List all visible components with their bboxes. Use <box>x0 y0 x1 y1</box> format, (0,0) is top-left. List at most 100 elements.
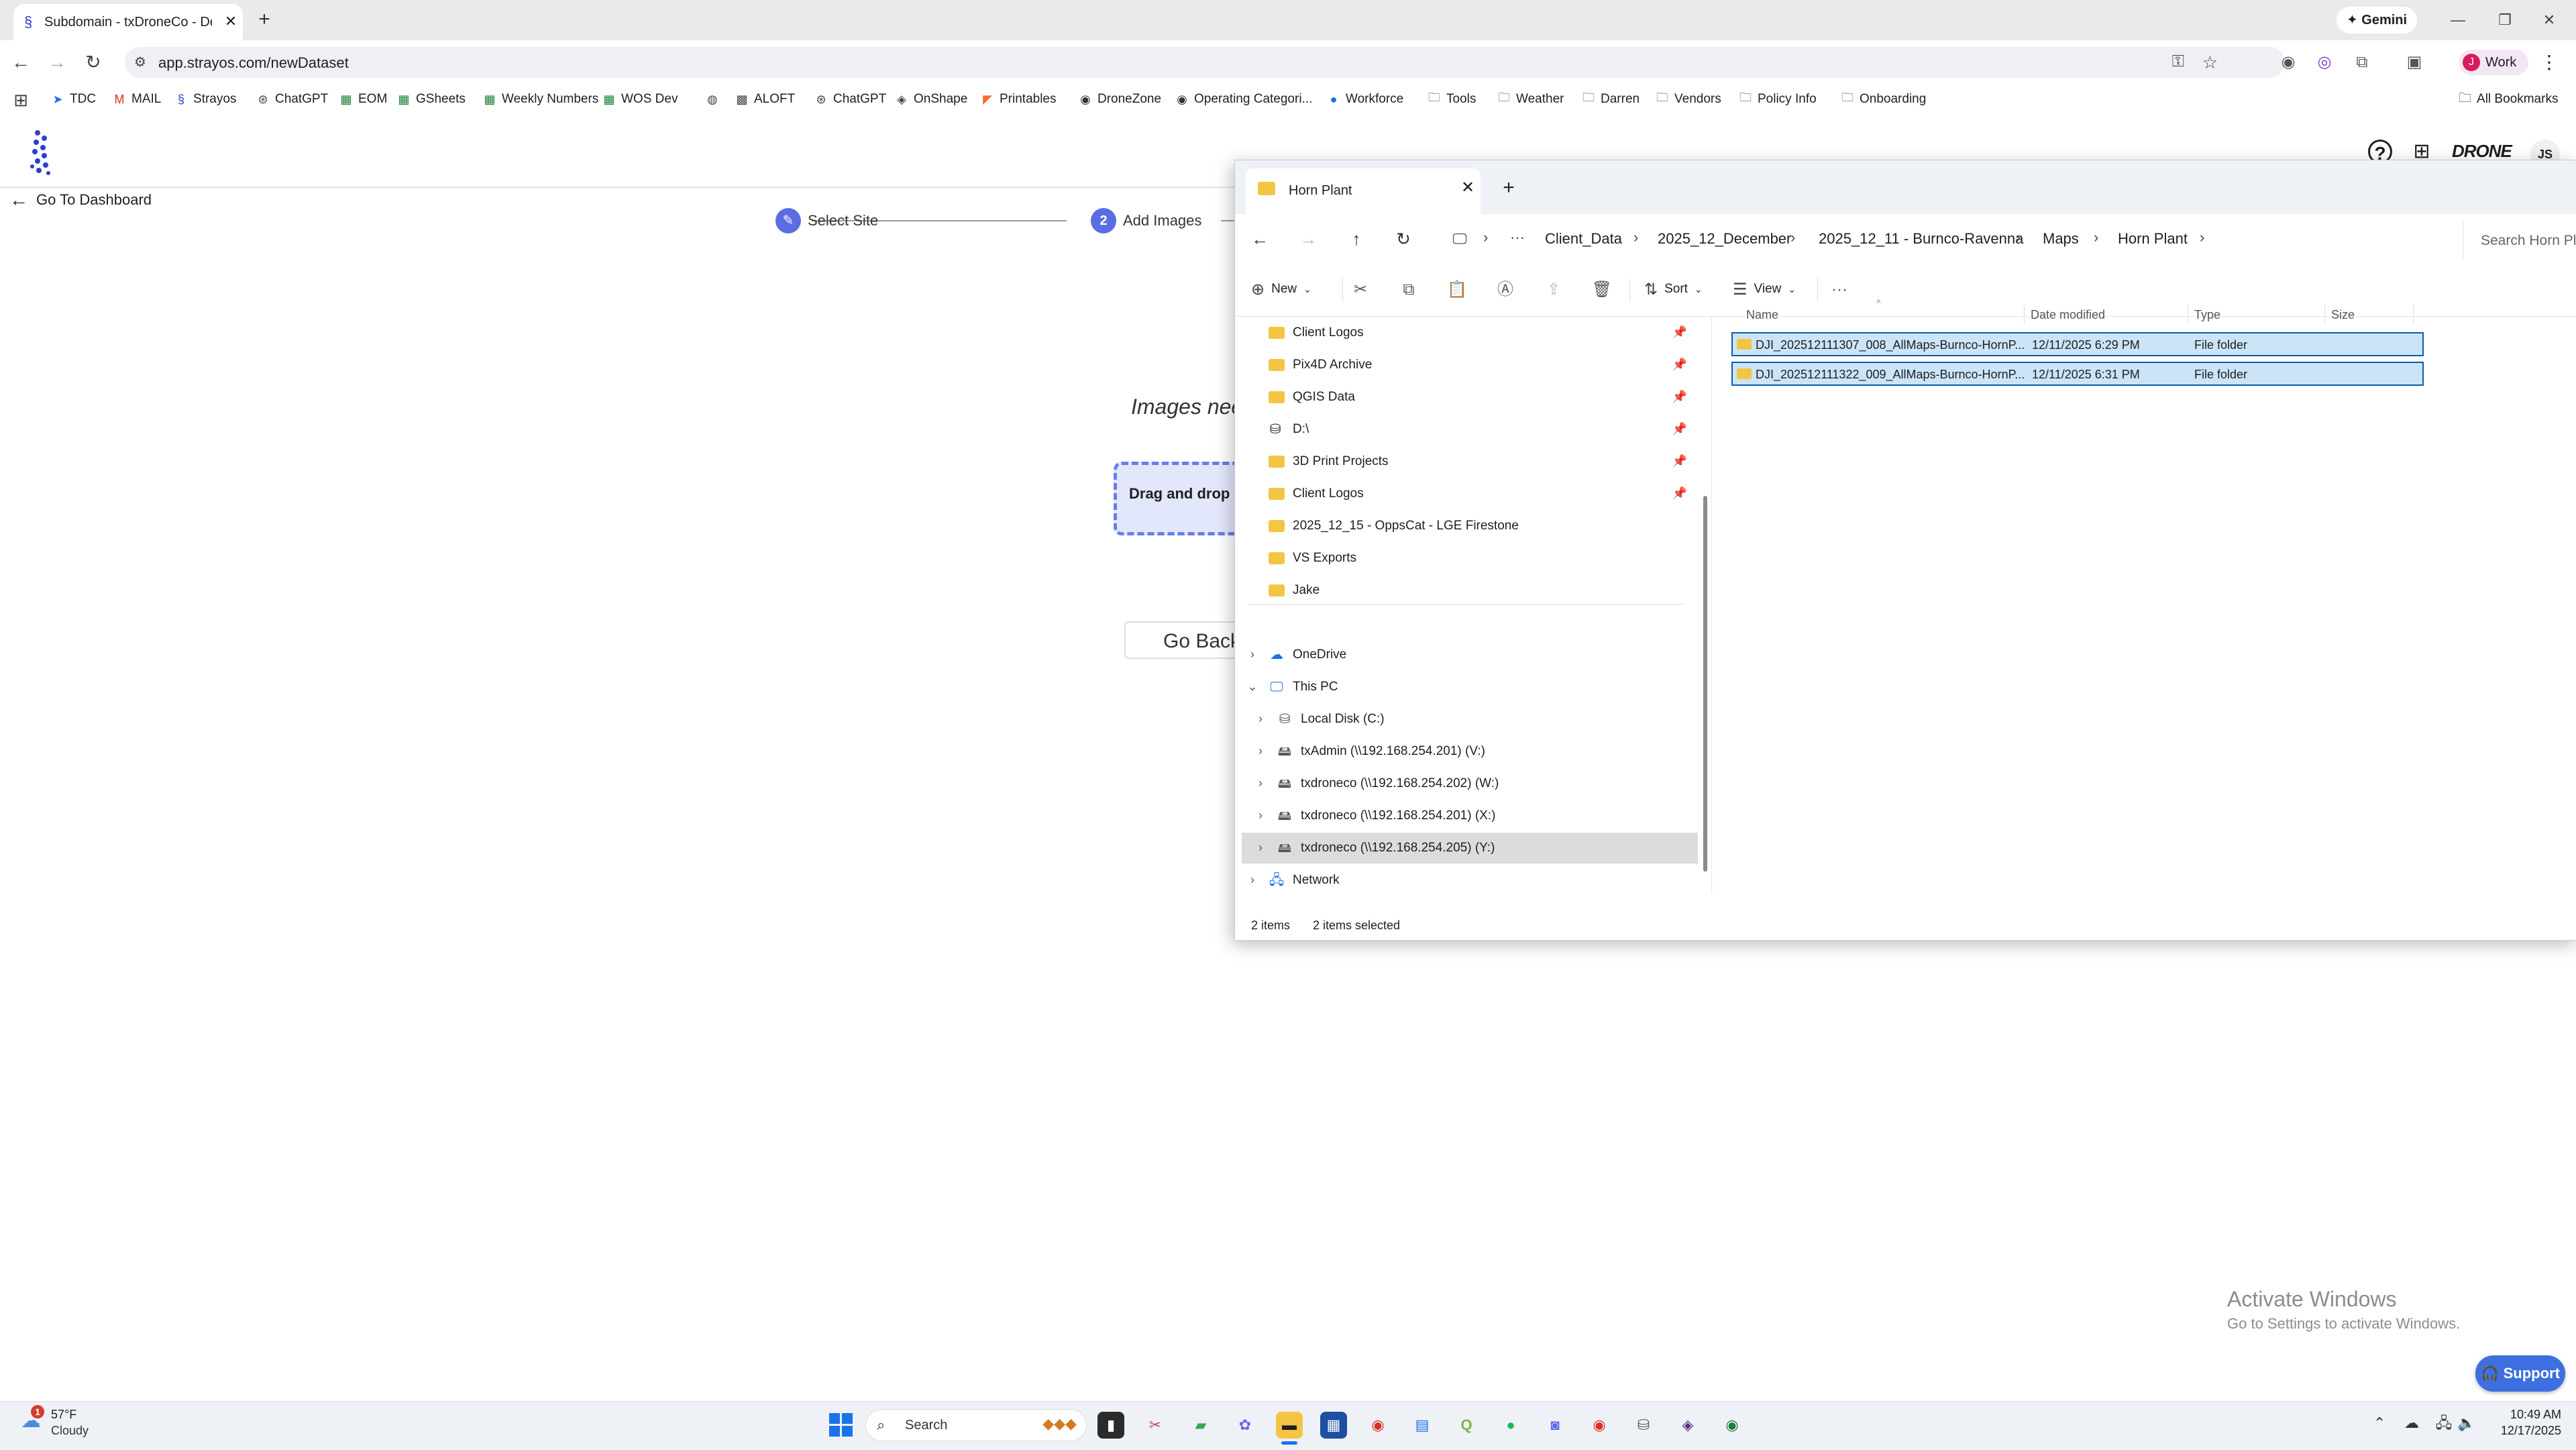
network-share-icon[interactable]: ⛁ <box>1630 1412 1657 1439</box>
nav-pane-quick-access-item[interactable]: QGIS Data 📌 <box>1242 382 1698 413</box>
nav-pane-quick-access-item[interactable]: 3D Print Projects 📌 <box>1242 446 1698 477</box>
visual-studio-icon[interactable]: ◈ <box>1674 1412 1701 1439</box>
back-arrow-icon[interactable]: ← <box>7 48 35 76</box>
weather-temperature[interactable]: 57°F <box>51 1408 76 1422</box>
bookmark-item[interactable]: 🗀 Onboarding <box>1841 89 1926 110</box>
volume-icon[interactable]: 🔈 <box>2457 1413 2477 1433</box>
forward-arrow-icon[interactable]: → <box>43 48 71 76</box>
bookmark-star-icon[interactable]: ☆ <box>2202 52 2218 73</box>
file-row[interactable]: DJI_202512111322_009_AllMaps-Burnco-Horn… <box>1731 362 2424 386</box>
file-explorer-icon[interactable]: ▬ <box>1276 1412 1303 1439</box>
windows-start-icon[interactable] <box>829 1413 853 1437</box>
taskbar-search[interactable]: ⌕ Search ◆◆◆ <box>865 1409 1087 1441</box>
extensions-puzzle-icon[interactable]: ⧉ <box>2352 52 2372 72</box>
calculator-icon[interactable]: ▤ <box>1409 1412 1436 1439</box>
breadcrumb-item[interactable]: Horn Plant <box>2118 230 2188 248</box>
chevron-right-icon[interactable]: › <box>1254 841 1267 855</box>
spotify-icon[interactable]: ● <box>1497 1412 1524 1439</box>
bookmark-item[interactable]: 🗀 Weather <box>1497 89 1564 110</box>
notepad-app-icon[interactable]: ▰ <box>1187 1412 1214 1439</box>
bookmark-item[interactable]: ▦ Weekly Numbers <box>483 89 598 110</box>
chevron-down-icon[interactable]: ⌄ <box>1246 680 1259 694</box>
snipping-tool-icon[interactable]: ✂ <box>1142 1412 1169 1439</box>
nav-pane-quick-access-item[interactable]: Pix4D Archive 📌 <box>1242 350 1698 380</box>
column-header-date[interactable]: Date modified <box>2031 308 2105 322</box>
bookmark-item[interactable]: ⊛ ChatGPT <box>256 89 328 110</box>
forward-arrow-icon[interactable]: → <box>1295 226 1321 252</box>
nav-pane-tree-item[interactable]: › 🖴 txdroneco (\\192.168.254.201) (X:) <box>1242 800 1698 831</box>
bookmark-item[interactable]: ◈ OnShape <box>895 89 967 110</box>
qgis-icon[interactable]: Q <box>1453 1412 1480 1439</box>
onedrive-tray-icon[interactable]: ☁ <box>2402 1413 2422 1433</box>
pin-icon[interactable]: 📌 <box>1672 390 1687 404</box>
nav-pane-quick-access-item[interactable]: Client Logos 📌 <box>1242 478 1698 509</box>
nav-pane-quick-access-item[interactable]: ⛁ D:\ 📌 <box>1242 414 1698 445</box>
refresh-icon[interactable]: ↻ <box>1391 226 1416 252</box>
nav-pane-tree-item[interactable]: › 🖴 txAdmin (\\192.168.254.201) (V:) <box>1242 736 1698 767</box>
extension-icon[interactable]: ◎ <box>2314 52 2334 72</box>
column-divider[interactable] <box>2413 304 2414 324</box>
nav-pane-quick-access-item[interactable]: 2025_12_15 - OppsCat - LGE Firestone <box>1242 511 1698 541</box>
bookmark-item[interactable]: 🗀 Tools <box>1428 89 1476 110</box>
more-options-icon[interactable]: ··· <box>1828 278 1851 301</box>
strayos-logo[interactable] <box>24 129 58 178</box>
nav-pane-scrollbar[interactable] <box>1703 496 1707 872</box>
go-to-dashboard-link[interactable]: ← Go To Dashboard <box>9 189 152 211</box>
chevron-right-icon[interactable]: › <box>1246 873 1259 887</box>
close-window-icon[interactable]: ✕ <box>2533 7 2565 34</box>
new-button[interactable]: ⊕ New ⌄ <box>1251 276 1311 303</box>
cut-icon[interactable]: ✂ <box>1349 278 1372 301</box>
browser-menu-icon[interactable]: ⋮ <box>2539 50 2559 75</box>
up-arrow-icon[interactable]: ↑ <box>1344 226 1369 252</box>
tab-close-icon[interactable]: ✕ <box>220 11 241 32</box>
all-bookmarks-button[interactable]: 🗀 All Bookmarks <box>2459 89 2558 110</box>
column-divider[interactable] <box>2024 304 2025 324</box>
image-dropzone[interactable]: Drag and drop files <box>1114 462 1248 535</box>
paste-icon[interactable]: 📋 <box>1446 278 1468 301</box>
file-row[interactable]: DJI_202512111307_008_AllMaps-Burnco-Horn… <box>1731 332 2424 356</box>
chevron-right-icon[interactable]: › <box>1246 648 1259 662</box>
explorer-search-input[interactable]: Search Horn Plant <box>2463 221 2576 260</box>
bookmark-item[interactable]: 🗀 Darren <box>1582 89 1640 110</box>
gemini-button[interactable]: ✦ Gemini <box>2337 7 2417 34</box>
chevron-right-icon[interactable]: › <box>1254 744 1267 758</box>
pin-icon[interactable]: 📌 <box>1672 422 1687 436</box>
breadcrumb-item[interactable]: 2025_12_11 - Burnco-Ravenna <box>1819 230 2023 248</box>
bookmark-item[interactable]: ▦ EOM <box>339 89 387 110</box>
site-info-icon[interactable]: ⚙ <box>134 54 146 70</box>
explorer-new-tab-button[interactable]: + <box>1497 176 1521 199</box>
bookmark-item[interactable]: ▦ WOS Dev <box>602 89 678 110</box>
chrome-icon[interactable]: ◉ <box>1364 1412 1391 1439</box>
bookmark-item[interactable]: ◍ <box>706 89 719 110</box>
ellipsis-icon[interactable]: ··· <box>1510 229 1525 246</box>
explorer-tab[interactable]: Horn Plant ✕ <box>1246 168 1481 214</box>
bookmark-item[interactable]: § Strayos <box>174 89 236 110</box>
nav-pane-quick-access-item[interactable]: VS Exports <box>1242 543 1698 574</box>
nav-pane-quick-access-item[interactable]: Client Logos 📌 <box>1242 317 1698 348</box>
nav-pane-tree-item[interactable]: › 🖴 txdroneco (\\192.168.254.205) (Y:) <box>1242 833 1698 864</box>
bookmark-item[interactable]: ◤ Printables <box>981 89 1056 110</box>
bookmark-item[interactable]: M MAIL <box>113 89 162 110</box>
sort-button[interactable]: ⇅ Sort ⌄ <box>1644 276 1703 303</box>
bookmark-item[interactable]: ⊛ ChatGPT <box>814 89 886 110</box>
clock-time[interactable]: 10:49 AM <box>2494 1408 2561 1422</box>
breadcrumb-item[interactable]: 2025_12_December <box>1658 230 1791 248</box>
weather-condition[interactable]: Cloudy <box>51 1424 89 1438</box>
restore-window-icon[interactable]: ❐ <box>2489 7 2521 34</box>
chrome-work-icon[interactable]: ◉ <box>1719 1412 1746 1439</box>
breadcrumb-item[interactable]: Client_Data <box>1545 230 1622 248</box>
delete-icon[interactable]: 🗑 <box>1591 278 1613 301</box>
terminal-icon[interactable]: ▮ <box>1097 1412 1124 1439</box>
column-header-name[interactable]: Name <box>1746 308 1778 322</box>
nav-pane-tree-item[interactable]: › 🖧 Network <box>1242 865 1698 896</box>
omnibox[interactable]: ⚙ app.strayos.com/newDataset ⚿ ☆ <box>125 47 2285 78</box>
chrome-profile-icon[interactable]: ◉ <box>1586 1412 1613 1439</box>
close-tab-icon[interactable]: ✕ <box>1458 178 1478 197</box>
nav-pane-quick-access-item[interactable]: Jake <box>1242 575 1698 606</box>
breadcrumb-item[interactable]: Maps <box>2043 230 2079 248</box>
bookmark-item[interactable]: ➤ TDC <box>51 89 96 110</box>
chevron-right-icon[interactable]: › <box>1254 809 1267 823</box>
step-1-edit-icon[interactable]: ✎ <box>775 208 801 234</box>
extension-icon[interactable]: ◉ <box>2278 52 2298 72</box>
browser-tab-active[interactable]: § Subdomain - txDroneCo - Demo ✕ <box>13 4 243 40</box>
